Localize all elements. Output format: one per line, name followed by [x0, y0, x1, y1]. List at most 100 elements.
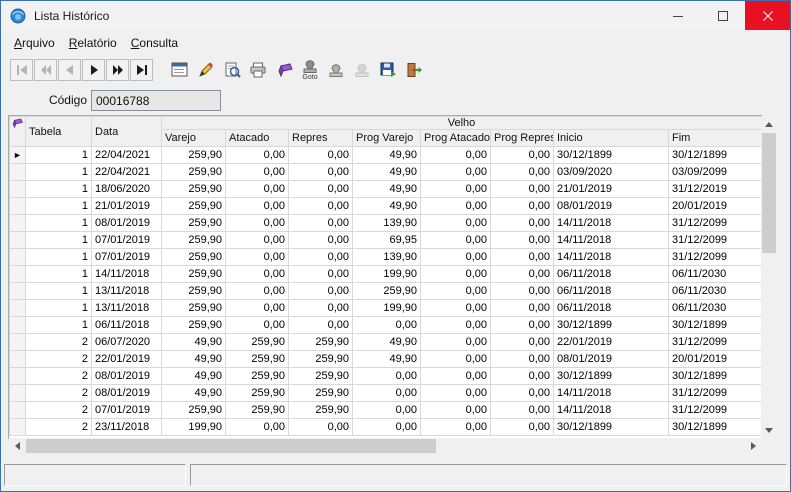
- stamp-button[interactable]: [323, 55, 349, 85]
- cell[interactable]: 31/12/2099: [667, 333, 761, 351]
- table-row[interactable]: 2 08/01/2019 49,90 259,90 259,90 0,00 0,00 0,00…: [9, 367, 761, 385]
- cell[interactable]: 08/01/2019: [553, 197, 669, 215]
- cell[interactable]: 0,00: [420, 163, 491, 181]
- form-button[interactable]: [167, 55, 193, 85]
- cell[interactable]: 0,00: [420, 333, 491, 351]
- print-button[interactable]: [245, 55, 271, 85]
- cell[interactable]: 08/01/2019: [91, 384, 162, 402]
- table-row[interactable]: 1 13/11/2018 259,90 0,00 0,00 199,90 0,00 0,00 0…: [9, 299, 761, 317]
- cell[interactable]: 259,90: [161, 316, 226, 334]
- cell[interactable]: 49,90: [352, 333, 421, 351]
- cell[interactable]: 0,00: [420, 350, 491, 368]
- cell[interactable]: 0,00: [490, 418, 554, 436]
- cell[interactable]: 49,90: [352, 146, 421, 164]
- cell[interactable]: 14/11/2018: [553, 231, 669, 249]
- cell[interactable]: 0,00: [490, 401, 554, 419]
- cell[interactable]: 0,00: [225, 282, 289, 300]
- cell[interactable]: 259,90: [161, 146, 226, 164]
- cell[interactable]: 0,00: [288, 299, 353, 317]
- cell[interactable]: 0,00: [225, 299, 289, 317]
- cell[interactable]: 0,00: [420, 299, 491, 317]
- next-record-button[interactable]: [82, 59, 105, 81]
- cell[interactable]: 0,00: [225, 146, 289, 164]
- cell[interactable]: 21/01/2019: [91, 197, 162, 215]
- table-row[interactable]: 2 08/01/2019 49,90 259,90 259,90 0,00 0,00 0,00…: [9, 384, 761, 402]
- cell[interactable]: 0,00: [490, 197, 554, 215]
- cell[interactable]: 0,00: [352, 316, 421, 334]
- goto-button[interactable]: Goto: [297, 55, 323, 85]
- cell[interactable]: 1: [25, 282, 92, 300]
- cell[interactable]: 259,90: [225, 367, 289, 385]
- cell[interactable]: 18/06/2020: [91, 180, 162, 198]
- table-row[interactable]: 1 14/11/2018 259,90 0,00 0,00 199,90 0,00 0,00 0…: [9, 265, 761, 283]
- cell[interactable]: 22/04/2021: [91, 163, 162, 181]
- column-header-prog-repres[interactable]: Prog Repres: [490, 129, 554, 147]
- cell[interactable]: 199,90: [161, 418, 226, 436]
- cell[interactable]: 2: [25, 333, 92, 351]
- cell[interactable]: 22/01/2019: [91, 350, 162, 368]
- stamp-disabled-button[interactable]: [349, 55, 375, 85]
- cell[interactable]: 259,90: [288, 367, 353, 385]
- cell[interactable]: 1: [25, 265, 92, 283]
- cell[interactable]: 259,90: [161, 401, 226, 419]
- cell[interactable]: 49,90: [161, 333, 226, 351]
- cell[interactable]: 0,00: [288, 316, 353, 334]
- menu-arquivo[interactable]: Arquivo: [7, 34, 62, 52]
- cell[interactable]: 22/01/2019: [553, 333, 669, 351]
- cell[interactable]: 0,00: [420, 282, 491, 300]
- prior-page-button[interactable]: [34, 59, 57, 81]
- cell[interactable]: 06/07/2020: [91, 333, 162, 351]
- cell[interactable]: 259,90: [161, 231, 226, 249]
- prior-record-button[interactable]: [58, 59, 81, 81]
- cell[interactable]: 259,90: [225, 333, 289, 351]
- cell[interactable]: 49,90: [161, 384, 226, 402]
- cell[interactable]: 03/09/2099: [667, 163, 761, 181]
- cell[interactable]: 0,00: [490, 163, 554, 181]
- cell[interactable]: 0,00: [352, 418, 421, 436]
- cell[interactable]: 0,00: [420, 146, 491, 164]
- cell[interactable]: 30/12/1899: [553, 367, 669, 385]
- cell[interactable]: 259,90: [161, 248, 226, 266]
- vertical-scroll-thumb[interactable]: [762, 133, 776, 253]
- cell[interactable]: 14/11/2018: [91, 265, 162, 283]
- cell[interactable]: 0,00: [420, 384, 491, 402]
- cell[interactable]: 31/12/2099: [667, 384, 761, 402]
- cell[interactable]: 0,00: [420, 197, 491, 215]
- cell[interactable]: 0,00: [225, 197, 289, 215]
- cell[interactable]: 199,90: [352, 299, 421, 317]
- cell[interactable]: 2: [25, 401, 92, 419]
- cell[interactable]: 30/12/1899: [667, 316, 761, 334]
- cell[interactable]: 259,90: [288, 333, 353, 351]
- cell[interactable]: 1: [25, 299, 92, 317]
- cell[interactable]: 259,90: [288, 350, 353, 368]
- cell[interactable]: 259,90: [161, 180, 226, 198]
- table-row[interactable]: 1 08/01/2019 259,90 0,00 0,00 139,90 0,00 0,00 1…: [9, 214, 761, 232]
- cell[interactable]: 259,90: [161, 163, 226, 181]
- cell[interactable]: 1: [25, 248, 92, 266]
- cell[interactable]: 13/11/2018: [91, 282, 162, 300]
- cell[interactable]: 1: [25, 163, 92, 181]
- close-button[interactable]: [745, 1, 790, 30]
- table-row[interactable]: 2 23/11/2018 199,90 0,00 0,00 0,00 0,00 0,00 30/…: [9, 418, 761, 436]
- cell[interactable]: 14/11/2018: [553, 214, 669, 232]
- cell[interactable]: 259,90: [225, 401, 289, 419]
- cell[interactable]: 259,90: [225, 384, 289, 402]
- cell[interactable]: 0,00: [288, 163, 353, 181]
- cell[interactable]: 30/12/1899: [667, 418, 761, 436]
- cell[interactable]: 49,90: [161, 367, 226, 385]
- scroll-up-button[interactable]: [761, 116, 777, 132]
- minimize-button[interactable]: [655, 1, 700, 30]
- cell[interactable]: 2: [25, 418, 92, 436]
- cell[interactable]: 2: [25, 350, 92, 368]
- cell[interactable]: 259,90: [288, 401, 353, 419]
- cell[interactable]: 08/01/2019: [91, 367, 162, 385]
- cell[interactable]: 1: [25, 146, 92, 164]
- cell[interactable]: 259,90: [161, 265, 226, 283]
- exit-button[interactable]: [401, 55, 427, 85]
- table-row[interactable]: 1 07/01/2019 259,90 0,00 0,00 69,95 0,00 0,00 14…: [9, 231, 761, 249]
- table-row[interactable]: 1 18/06/2020 259,90 0,00 0,00 49,90 0,00 0,00 21…: [9, 180, 761, 198]
- cell[interactable]: 14/11/2018: [553, 248, 669, 266]
- cell[interactable]: 23/11/2018: [91, 418, 162, 436]
- cell[interactable]: 69,95: [352, 231, 421, 249]
- cell[interactable]: 0,00: [352, 367, 421, 385]
